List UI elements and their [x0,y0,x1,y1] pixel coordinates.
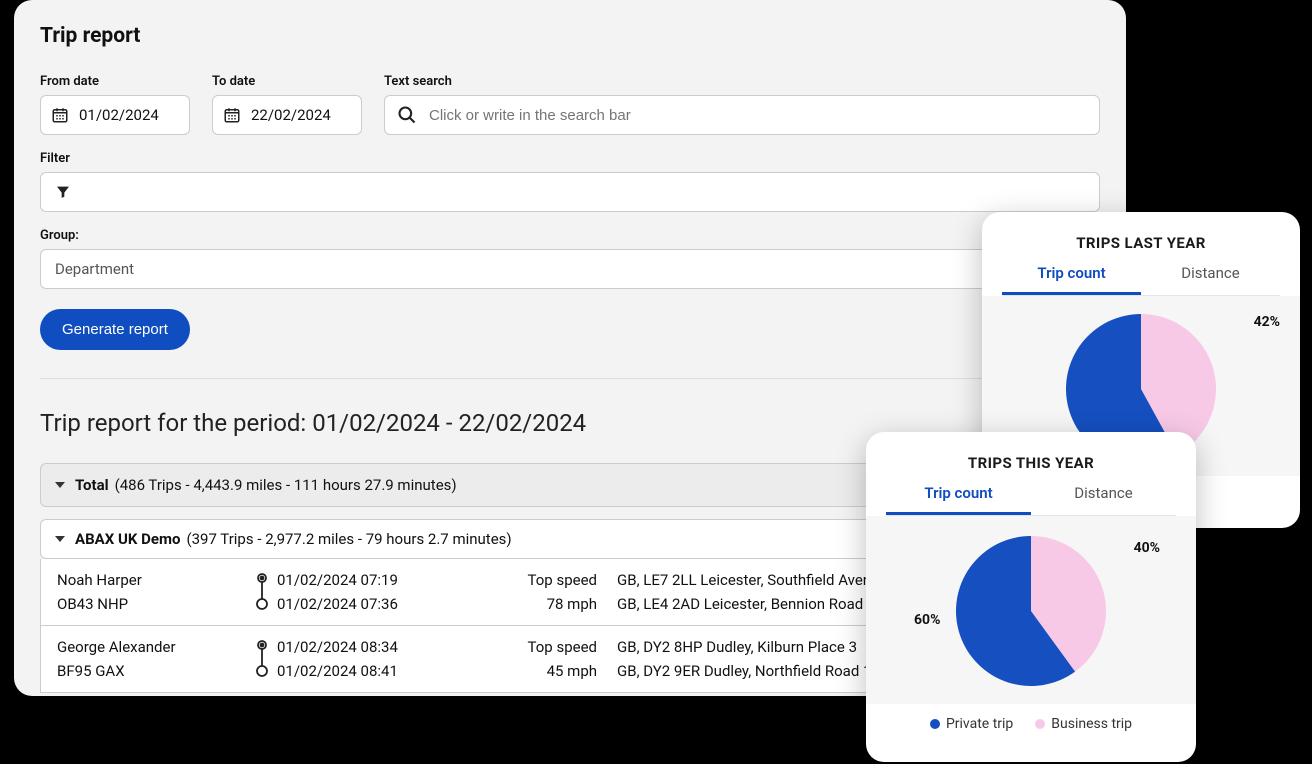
time-end: 01/02/2024 08:41 [277,662,477,680]
to-date-value: 22/02/2024 [251,106,331,124]
tab-trip-count[interactable]: Trip count [1002,264,1141,295]
calendar-icon [223,106,241,124]
divider [40,378,1100,379]
period-prefix: Trip report for the period: [40,409,312,437]
from-date-value: 01/02/2024 [79,106,159,124]
route-icon [254,639,270,679]
period-range: 01/02/2024 - 22/02/2024 [312,409,586,437]
pct-business: 40% [1134,540,1160,556]
filter-input[interactable] [40,172,1100,212]
plate: OB43 NHP [57,595,247,613]
time-end: 01/02/2024 07:36 [277,595,477,613]
filter-section: Filter [40,151,1100,212]
group-value: Department [55,260,134,278]
legend-private: Private trip [930,716,1013,732]
total-label: Total [75,476,109,494]
page-title: Trip report [40,24,1100,48]
widget-title: TRIPS LAST YEAR [1002,234,1280,252]
legend-dot-icon [1035,719,1045,729]
time-start: 01/02/2024 07:19 [277,571,477,589]
from-date-input[interactable]: 01/02/2024 [40,95,190,135]
driver-name: George Alexander [57,638,247,656]
legend-private-label: Private trip [946,716,1013,732]
total-details: (486 Trips - 4,443.9 miles - 111 hours 2… [115,476,457,494]
account-label: ABAX UK Demo [75,530,180,548]
text-search-label: Text search [384,74,1100,89]
speed-value: 78 mph [477,595,597,613]
to-date-field: To date 22/02/2024 [212,74,362,135]
from-date-field: From date 01/02/2024 [40,74,190,135]
speed-label: Top speed [477,638,597,656]
pct-private: 60% [914,612,940,628]
tab-trip-count[interactable]: Trip count [886,484,1031,515]
filter-label: Filter [40,151,1100,166]
account-details: (397 Trips - 2,977.2 miles - 79 hours 2.… [186,530,511,548]
pct-business: 42% [1254,314,1280,330]
generate-report-button[interactable]: Generate report [40,309,190,350]
caret-down-icon [55,536,65,542]
text-search-input-wrap[interactable] [384,95,1100,135]
text-search-input[interactable] [429,107,1087,124]
driver-name: Noah Harper [57,571,247,589]
group-label: Group: [40,228,1100,243]
widget-trips-this-year: TRIPS THIS YEAR Trip count Distance 40% … [866,432,1196,762]
group-section: Group: Department [40,228,1100,289]
from-date-label: From date [40,74,190,89]
plate: BF95 GAX [57,662,247,680]
pie-svg [956,536,1106,686]
time-start: 01/02/2024 08:34 [277,638,477,656]
widget-tabs: Trip count Distance [1002,264,1280,296]
caret-down-icon [55,482,65,488]
group-select[interactable]: Department [40,249,1100,289]
widget-tabs: Trip count Distance [886,484,1176,516]
speed-value: 45 mph [477,662,597,680]
funnel-icon [55,184,71,200]
pie-chart: 40% 60% [866,516,1196,704]
text-search-field: Text search [384,74,1100,135]
widget-title: TRIPS THIS YEAR [886,454,1176,472]
to-date-label: To date [212,74,362,89]
search-icon [397,105,417,125]
calendar-icon [51,106,69,124]
legend: Private trip Business trip [886,716,1176,732]
filters-row: From date 01/02/2024 To date 22/02/2024 [40,74,1100,135]
to-date-input[interactable]: 22/02/2024 [212,95,362,135]
tab-distance[interactable]: Distance [1141,264,1280,295]
speed-label: Top speed [477,571,597,589]
tab-distance[interactable]: Distance [1031,484,1176,515]
route-icon [254,572,270,612]
legend-dot-icon [930,719,940,729]
legend-business-label: Business trip [1051,716,1132,732]
legend-business: Business trip [1035,716,1132,732]
